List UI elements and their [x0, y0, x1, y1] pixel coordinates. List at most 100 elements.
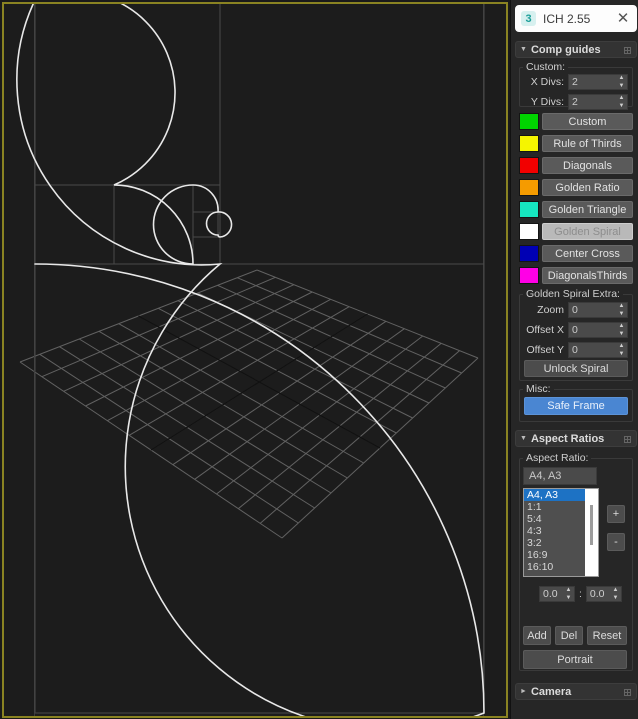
grip-icon[interactable]: [624, 436, 631, 443]
rollout-camera-label: Camera: [531, 686, 571, 698]
portrait-button[interactable]: Portrait: [523, 650, 627, 669]
offset-y-row[interactable]: Offset Y 0 ▲▼: [524, 341, 628, 358]
guide-button-diagonalsthirds[interactable]: DiagonalsThirds: [542, 267, 633, 284]
scrollbar-thumb[interactable]: [590, 505, 593, 545]
color-swatch-icon[interactable]: [519, 135, 539, 152]
offset-x-stepper[interactable]: ▲▼: [618, 324, 625, 337]
list-item[interactable]: 3:2: [524, 537, 585, 549]
rollout-camera[interactable]: ► Camera: [515, 683, 637, 700]
offset-x-input[interactable]: 0 ▲▼: [568, 322, 628, 338]
guide-row-diagonalsthirds: DiagonalsThirds: [519, 266, 633, 285]
guide-button-center-cross[interactable]: Center Cross: [542, 245, 633, 262]
y-divs-stepper[interactable]: ▲▼: [618, 96, 625, 109]
x-divs-stepper[interactable]: ▲▼: [618, 76, 625, 89]
aspect-ratio-options[interactable]: A4, A31:15:44:33:216:916:10: [524, 489, 585, 576]
chevron-right-icon: ►: [520, 688, 527, 695]
color-swatch-icon[interactable]: [519, 179, 539, 196]
color-swatch-icon[interactable]: [519, 157, 539, 174]
x-divs-input[interactable]: 2 ▲▼: [568, 74, 628, 90]
aspect-ratio-listbox[interactable]: A4, A31:15:44:33:216:916:10: [523, 488, 599, 577]
offset-x-row[interactable]: Offset X 0 ▲▼: [524, 321, 628, 338]
list-item[interactable]: 16:9: [524, 549, 585, 561]
guide-row-diagonals: Diagonals: [519, 156, 633, 175]
zoom-input[interactable]: 0 ▲▼: [568, 302, 628, 318]
ratio-separator: :: [579, 588, 582, 600]
list-item[interactable]: A4, A3: [524, 489, 585, 501]
x-divs-value: 2: [569, 76, 578, 88]
aspect-ratio-group-label: Aspect Ratio:: [523, 452, 591, 464]
y-divs-row[interactable]: Y Divs: 2 ▲▼: [524, 93, 628, 110]
guide-row-custom: Custom: [519, 112, 633, 131]
rollout-comp-guides-label: Comp guides: [531, 44, 601, 56]
zoom-stepper[interactable]: ▲▼: [618, 304, 625, 317]
offset-x-value: 0: [569, 324, 578, 336]
guide-row-golden-triangle: Golden Triangle: [519, 200, 633, 219]
window-title: ICH 2.55: [543, 12, 615, 26]
y-divs-input[interactable]: 2 ▲▼: [568, 94, 628, 110]
chevron-down-icon: ▼: [520, 435, 527, 442]
unlock-spiral-button[interactable]: Unlock Spiral: [524, 360, 628, 377]
aspect-ratio-selected-field[interactable]: A4, A3: [523, 467, 597, 485]
offset-y-value: 0: [569, 344, 578, 356]
add-button[interactable]: Add: [523, 626, 551, 645]
offset-y-label: Offset Y: [524, 344, 568, 356]
aspect-ratio-scrollbar[interactable]: [585, 489, 598, 576]
guide-button-rule-of-thirds[interactable]: Rule of Thirds: [542, 135, 633, 152]
guide-row-center-cross: Center Cross: [519, 244, 633, 263]
guide-row-rule-of-thirds: Rule of Thirds: [519, 134, 633, 153]
add-ratio-row-button[interactable]: +: [607, 505, 625, 523]
reset-button[interactable]: Reset: [587, 626, 627, 645]
list-item[interactable]: 16:10: [524, 561, 585, 573]
rollout-aspect-ratios[interactable]: ▼ Aspect Ratios: [515, 430, 637, 447]
color-swatch-icon[interactable]: [519, 113, 539, 130]
grip-icon[interactable]: [624, 689, 631, 696]
grip-icon[interactable]: [624, 47, 631, 54]
golden-spiral-extra-group: Golden Spiral Extra: Zoom 0 ▲▼ Offset X …: [519, 294, 633, 381]
color-swatch-icon[interactable]: [519, 201, 539, 218]
ich-plugin-panel: 3 ICH 2.55 ✕ ▼ Comp guides Custom: X Div…: [510, 0, 638, 719]
guide-button-custom[interactable]: Custom: [542, 113, 633, 130]
ratio-y-value: 0.0: [587, 588, 605, 600]
misc-group: Misc: Safe Frame: [519, 389, 633, 422]
guide-button-golden-triangle[interactable]: Golden Triangle: [542, 201, 633, 218]
rollout-comp-guides[interactable]: ▼ Comp guides: [515, 41, 637, 58]
guide-button-golden-spiral[interactable]: Golden Spiral: [542, 223, 633, 240]
remove-ratio-row-button[interactable]: -: [607, 533, 625, 551]
golden-spiral-path: [17, 4, 484, 717]
guide-button-golden-ratio[interactable]: Golden Ratio: [542, 179, 633, 196]
color-swatch-icon[interactable]: [519, 223, 539, 240]
ratio-y-input[interactable]: 0.0 ▲▼: [586, 586, 622, 602]
y-divs-value: 2: [569, 96, 578, 108]
aspect-ratio-selected-value: A4, A3: [529, 470, 561, 482]
app-root: 3 ICH 2.55 ✕ ▼ Comp guides Custom: X Div…: [0, 0, 638, 719]
golden-spiral-extra-label: Golden Spiral Extra:: [523, 288, 623, 300]
del-button[interactable]: Del: [555, 626, 583, 645]
chevron-down-icon: ▼: [520, 46, 527, 53]
guide-button-diagonals[interactable]: Diagonals: [542, 157, 633, 174]
ratio-x-input[interactable]: 0.0 ▲▼: [539, 586, 575, 602]
guide-row-golden-spiral: Golden Spiral: [519, 222, 633, 241]
ratio-x-value: 0.0: [540, 588, 558, 600]
offset-y-stepper[interactable]: ▲▼: [618, 344, 625, 357]
guide-row-golden-ratio: Golden Ratio: [519, 178, 633, 197]
ratio-y-stepper[interactable]: ▲▼: [612, 588, 619, 601]
panel-body: 3 ICH 2.55 ✕ ▼ Comp guides Custom: X Div…: [510, 0, 638, 719]
perspective-viewport[interactable]: [0, 0, 510, 719]
zoom-row[interactable]: Zoom 0 ▲▼: [524, 301, 628, 318]
zoom-label: Zoom: [524, 304, 568, 316]
window-titlebar[interactable]: 3 ICH 2.55 ✕: [515, 5, 637, 32]
list-item[interactable]: 1:1: [524, 501, 585, 513]
viewport-canvas[interactable]: [4, 4, 506, 717]
color-swatch-icon[interactable]: [519, 245, 539, 262]
close-icon[interactable]: ✕: [615, 11, 631, 27]
safe-frame-button[interactable]: Safe Frame: [524, 397, 628, 415]
zoom-value: 0: [569, 304, 578, 316]
list-item[interactable]: 5:4: [524, 513, 585, 525]
golden-spiral-overlay: [4, 4, 506, 717]
offset-y-input[interactable]: 0 ▲▼: [568, 342, 628, 358]
color-swatch-icon[interactable]: [519, 267, 539, 284]
ratio-x-stepper[interactable]: ▲▼: [565, 588, 572, 601]
x-divs-row[interactable]: X Divs: 2 ▲▼: [524, 73, 628, 90]
list-item[interactable]: 4:3: [524, 525, 585, 537]
ratio-value-row[interactable]: 0.0 ▲▼ : 0.0 ▲▼: [539, 586, 622, 602]
